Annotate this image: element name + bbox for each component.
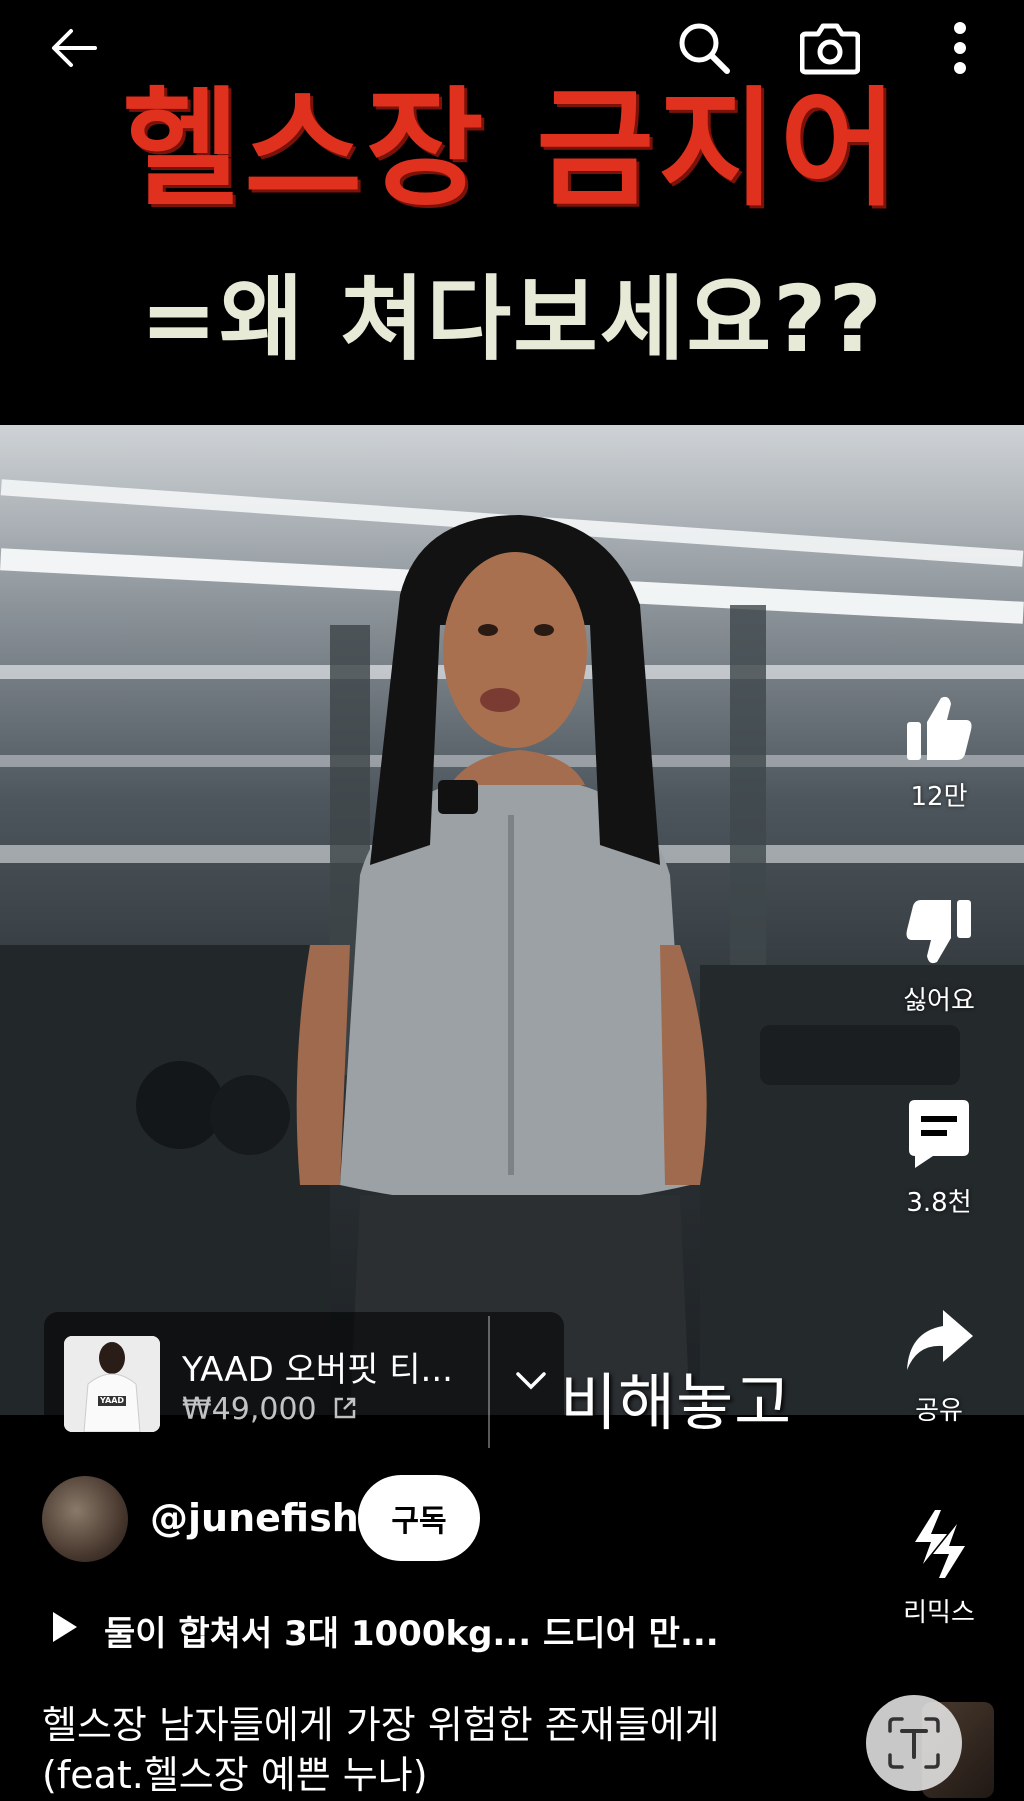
comment-count: 3.8천 (906, 1188, 972, 1218)
product-divider (488, 1316, 490, 1448)
channel-avatar[interactable] (42, 1476, 128, 1562)
channel-handle[interactable]: @junefishh (150, 1496, 386, 1540)
external-link-icon (334, 1397, 356, 1419)
camera-button[interactable] (800, 18, 860, 78)
video-player[interactable] (0, 425, 1024, 1415)
related-video-link[interactable]: 둘이 합쳐서 3대 1000kg... 드디어 만... (42, 1600, 722, 1654)
comments-button[interactable]: 3.8천 (879, 1096, 999, 1219)
text-recognition-button[interactable] (866, 1695, 962, 1791)
description-line-1: 헬스장 남자들에게 가장 위험한 존재들에게 (42, 1703, 720, 1747)
video-title-overlay-line1: 헬스장 금지어 (122, 75, 902, 224)
arrow-left-icon (52, 29, 97, 67)
video-title-overlay-line2: =왜 쳐다보세요?? (140, 266, 884, 373)
remix-button[interactable]: 리믹스 (879, 1506, 999, 1629)
video-subtitle-caption: 비해놓고 (560, 1366, 793, 1439)
product-price: ₩49,000 (182, 1392, 358, 1427)
more-options-button[interactable] (930, 18, 990, 78)
share-button[interactable]: 공유 (879, 1304, 999, 1427)
chevron-down-icon[interactable] (514, 1370, 548, 1392)
dislike-button[interactable]: 싫어요 (879, 894, 999, 1017)
product-thumbnail: YAAD (64, 1336, 160, 1432)
thumbs-down-icon (906, 900, 971, 964)
search-button[interactable] (674, 18, 734, 78)
product-thumbnail-image (64, 1336, 160, 1432)
text-scan-icon (888, 1717, 940, 1769)
related-video-title: 둘이 합쳐서 3대 1000kg... 드디어 만... (104, 1614, 719, 1654)
product-name: YAAD 오버핏 티... (182, 1350, 453, 1390)
comment-icon (909, 1100, 969, 1168)
more-vertical-icon (954, 22, 966, 74)
product-card[interactable]: YAAD YAAD 오버핏 티... ₩49,000 (44, 1312, 564, 1452)
thumbs-up-icon (907, 696, 972, 760)
like-count: 12만 (910, 782, 968, 812)
share-icon (907, 1310, 973, 1370)
remix-label: 리믹스 (903, 1598, 975, 1628)
play-icon (53, 1612, 77, 1642)
share-label: 공유 (915, 1396, 963, 1426)
product-thumbnail-logo-text: YAAD (100, 1396, 125, 1405)
like-button[interactable]: 12만 (879, 690, 999, 813)
subscribe-button[interactable]: 구독 (358, 1475, 480, 1561)
remix-icon (915, 1510, 965, 1578)
description-line-2: (feat.헬스장 예쁜 누나) (42, 1753, 428, 1797)
dislike-label: 싫어요 (903, 986, 975, 1016)
video-description[interactable]: 헬스장 남자들에게 가장 위험한 존재들에게 (feat.헬스장 예쁜 누나) (42, 1700, 862, 1800)
back-button[interactable] (44, 18, 104, 78)
product-price-value: ₩49,000 (182, 1392, 317, 1427)
search-icon (679, 23, 730, 74)
video-frame-image (0, 479, 1024, 1415)
camera-icon (800, 23, 860, 75)
